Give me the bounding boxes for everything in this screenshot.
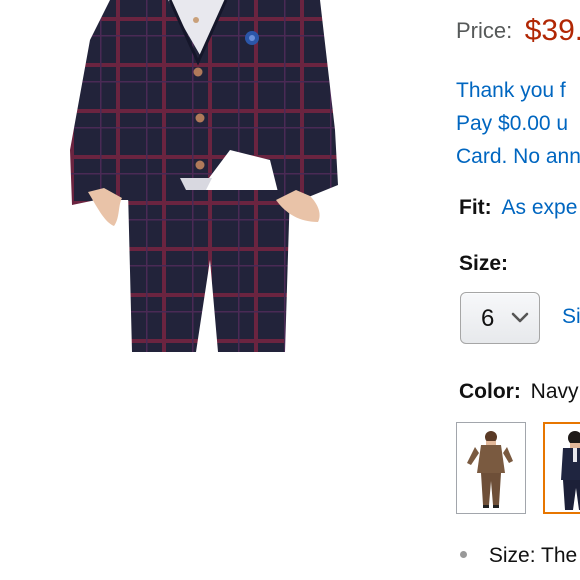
size-selected-value: 6 xyxy=(481,305,495,332)
price-row: Price: $39. xyxy=(456,14,580,48)
promo-line: Thank you f xyxy=(456,79,566,102)
bullet-icon xyxy=(460,550,467,558)
color-swatch-navy-selected[interactable] xyxy=(543,422,580,514)
bullet-label: Size: xyxy=(488,544,536,567)
price-value: $39. xyxy=(524,14,580,47)
chevron-down-icon xyxy=(511,311,529,329)
fit-value-link[interactable]: As expe xyxy=(502,196,578,219)
color-swatch-brown[interactable] xyxy=(456,422,526,514)
product-details-panel: Price: $39. Thank you f Pay $0.00 u Card… xyxy=(456,0,580,580)
fit-label: Fit: xyxy=(459,196,492,219)
product-main-image[interactable] xyxy=(0,0,440,360)
bullet-text: The xyxy=(541,544,578,567)
credit-card-promo-link[interactable]: Thank you f Pay $0.00 u Card. No ann xyxy=(456,74,580,173)
color-label: Color: xyxy=(459,380,521,403)
fit-row: Fit: As expe xyxy=(459,196,577,220)
feature-bullet: Size: The xyxy=(456,544,577,568)
promo-line: Pay $0.00 u xyxy=(456,112,569,135)
size-dropdown[interactable]: 6 xyxy=(460,292,540,344)
color-row: Color: Navy xyxy=(459,380,579,404)
size-label: Size: xyxy=(459,252,509,275)
color-value: Navy xyxy=(530,380,579,403)
size-chart-link[interactable]: Si xyxy=(562,305,580,329)
promo-line: Card. No ann xyxy=(456,145,580,168)
price-label: Price: xyxy=(456,18,513,43)
